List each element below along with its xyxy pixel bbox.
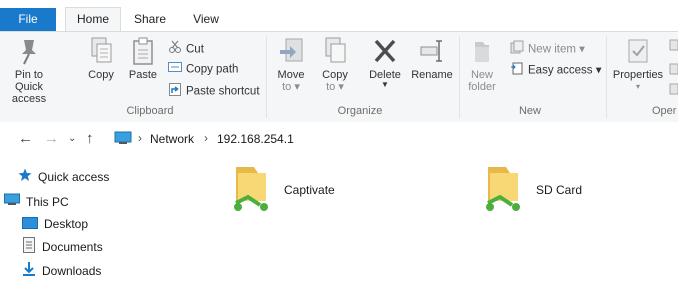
nav-quick-access[interactable]: Quick access [18,167,109,187]
properties-button[interactable]: Properties ▾ [608,36,668,93]
nav-this-pc-label: This PC [26,195,69,209]
new-item-icon [510,40,524,59]
network-share-captivate[interactable]: Captivate [228,163,368,219]
paste-shortcut-icon [168,82,182,101]
pin-label-line2: access [11,93,47,105]
rename-label: Rename [411,69,453,81]
computer-icon [4,193,20,213]
copy-button[interactable]: Copy [84,36,118,81]
copy-to-label-line1: Copy [322,69,348,81]
nav-quick-access-label: Quick access [38,170,110,184]
back-arrow-icon[interactable]: ← [18,130,33,147]
properties-dropdown-arrow[interactable]: ▾ [608,81,668,93]
copy-to-icon [325,37,346,63]
copy-path-button[interactable]: Copy path [168,61,238,77]
breadcrumb-host[interactable]: 192.168.254.1 [217,132,294,146]
new-folder-icon [475,42,489,62]
easy-access-icon [510,61,524,80]
new-item-label: New item [528,43,576,56]
move-to-label-line2: to ▾ [282,81,300,93]
paste-button[interactable]: Paste [126,36,160,81]
documents-icon [22,237,36,259]
pin-icon [22,40,36,65]
delete-button[interactable]: Delete ▼ [362,36,408,89]
copy-to-label-line2: to ▾ [326,81,344,93]
ribbon-separator [459,36,460,118]
pin-label-line1: Pin to Quick [14,69,44,93]
rename-button[interactable]: Rename [410,36,454,81]
network-share-label: SD Card [536,183,583,197]
tab-file[interactable]: File [0,8,56,31]
new-folder-label-line1: New [470,69,493,81]
tab-share[interactable]: Share [126,8,174,31]
clipboard-group-label: Clipboard [126,105,174,117]
tab-home[interactable]: Home [65,7,121,32]
new-folder-button[interactable]: New folder [462,36,502,93]
network-share-folder-icon [230,163,272,218]
delete-x-icon [374,39,396,63]
address-bar: ← → ⌄ ↑ › Network › 192.168.254.1 [0,122,678,154]
new-group-label: New [518,105,541,117]
nav-desktop-label: Desktop [44,217,89,231]
tab-view[interactable]: View [184,8,228,31]
properties-icon [628,39,648,63]
delete-dropdown-arrow[interactable]: ▼ [362,81,408,89]
copy-path-label: Copy path [186,63,239,76]
nav-desktop[interactable]: Desktop [22,214,88,234]
forward-arrow-icon[interactable]: → [44,130,59,147]
network-share-folder-icon [482,163,524,218]
cut-label: Cut [186,43,204,56]
downloads-icon [22,261,36,282]
copy-path-icon [168,61,182,78]
desktop-folder-icon [22,215,38,235]
new-folder-label-line2: folder [468,81,496,93]
rename-icon [420,40,442,62]
breadcrumb-network[interactable]: Network [150,132,194,146]
open-group-overflow-icons[interactable] [668,38,678,98]
paste-shortcut-label: Paste shortcut [186,85,260,98]
recent-locations-chevron-icon[interactable]: ⌄ [68,133,76,144]
nav-downloads[interactable]: Downloads [22,261,101,282]
open-group-label: Oper [652,105,677,117]
breadcrumb-separator: › [204,131,208,145]
organize-group-label: Organize [337,105,383,117]
move-to-label-line1: Move [277,69,305,81]
ribbon-separator [606,36,607,118]
move-to-button[interactable]: Move to ▾ [272,36,310,93]
copy-to-button[interactable]: Copy to ▾ [316,36,354,93]
network-share-label: Captivate [284,183,335,197]
star-icon [18,168,32,188]
nav-downloads-label: Downloads [42,264,102,279]
ribbon: Pin to Quick access Copy Paste Cut Copy [0,31,678,123]
network-icon [114,131,134,148]
scissors-icon [168,40,182,59]
ribbon-tab-bar: File Home Share View [0,0,678,32]
paste-icon [133,37,153,65]
paste-shortcut-button[interactable]: Paste shortcut [168,82,260,98]
breadcrumb-separator: › [138,131,142,145]
nav-this-pc[interactable]: This PC [4,192,69,212]
pin-to-quick-access-button[interactable]: Pin to Quick access [4,36,54,105]
new-item-button[interactable]: New item ▾ [510,40,585,56]
nav-documents[interactable]: Documents [22,237,103,257]
move-to-icon [280,38,303,62]
ribbon-separator [266,36,267,118]
easy-access-label: Easy access [528,64,593,77]
cut-button[interactable]: Cut [168,40,204,56]
copy-label: Copy [88,69,114,81]
up-arrow-icon[interactable]: ↑ [86,130,94,147]
copy-icon [91,37,112,63]
nav-documents-label: Documents [42,240,103,255]
properties-label: Properties [612,69,664,81]
network-share-sd-card[interactable]: SD Card [480,163,620,219]
easy-access-button[interactable]: Easy access ▾ [510,61,602,77]
paste-label: Paste [128,69,158,81]
